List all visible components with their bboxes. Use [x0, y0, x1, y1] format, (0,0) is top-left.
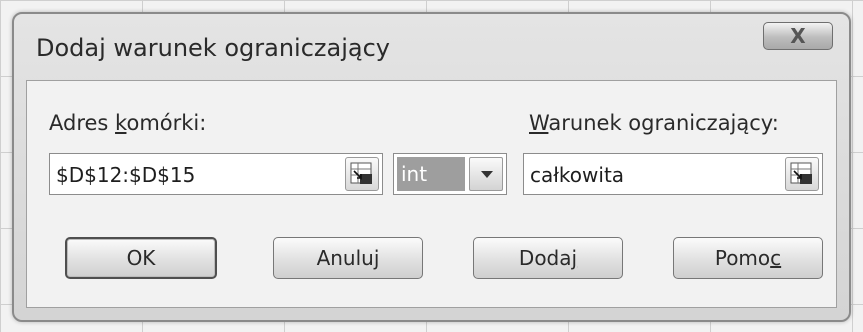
range-select-icon — [350, 162, 372, 184]
dialog-body: Adres komórki: $D$12:$D$15 int Warunek o… — [26, 80, 837, 308]
cell-reference-label-part2: omórki: — [126, 111, 207, 135]
help-button[interactable]: Pomo c — [673, 237, 823, 279]
constraint-input[interactable]: całkowita — [523, 153, 823, 195]
add-button-accel: j — [571, 246, 578, 270]
constraint-collapse-button[interactable] — [785, 157, 819, 191]
close-button[interactable]: X — [763, 22, 833, 50]
constraint-label-rest: arunek ograniczający: — [548, 111, 779, 135]
constraint-label: Warunek ograniczający: — [529, 111, 779, 135]
constraint-value: całkowita — [530, 163, 625, 187]
add-constraint-dialog: Dodaj warunek ograniczający X Adres komó… — [12, 12, 851, 322]
cell-reference-label-accel: k — [115, 111, 127, 135]
operator-dropdown[interactable]: int — [393, 153, 507, 195]
cell-reference-collapse-button[interactable] — [345, 157, 379, 191]
ok-button[interactable]: OK — [65, 237, 217, 279]
cell-reference-label-part1: Adres — [49, 111, 116, 135]
constraint-label-accel: W — [529, 111, 549, 135]
chevron-down-icon[interactable] — [469, 157, 503, 191]
add-button[interactable]: Doda j — [473, 237, 623, 279]
help-button-label: Pomo — [714, 246, 771, 270]
cell-reference-label: Adres komórki: — [49, 111, 206, 135]
help-button-accel: c — [770, 246, 782, 270]
close-icon: X — [790, 24, 806, 48]
add-button-label: Doda — [518, 246, 572, 270]
cell-reference-input[interactable]: $D$12:$D$15 — [49, 153, 383, 195]
range-select-icon — [790, 162, 812, 184]
cell-reference-value: $D$12:$D$15 — [56, 163, 196, 187]
title-bar: Dodaj warunek ograniczający X — [14, 14, 849, 76]
operator-selected-value: int — [397, 157, 465, 191]
dialog-title: Dodaj warunek ograniczający — [36, 34, 390, 62]
cancel-button[interactable]: Anuluj — [273, 237, 423, 279]
